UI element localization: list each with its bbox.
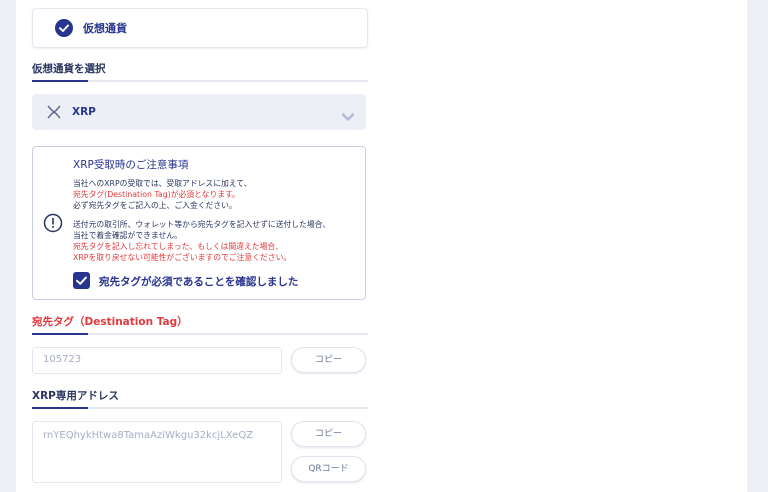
notice-line: 必ず宛先タグをご記入の上、ご入金ください。 bbox=[73, 201, 237, 210]
section-divider bbox=[32, 333, 368, 335]
notice-line: 当社へのXRPの受取では、受取アドレスに加えて、 bbox=[73, 179, 252, 188]
notice-title: XRP受取時のご注意事項 bbox=[73, 159, 189, 171]
currency-select[interactable]: XRP bbox=[32, 94, 366, 130]
select-currency-heading: 仮想通貨を選択 bbox=[32, 63, 106, 75]
xrp-address-heading: XRP専用アドレス bbox=[32, 390, 119, 402]
copy-tag-button[interactable]: コピー bbox=[291, 347, 366, 373]
qr-code-button[interactable]: QRコード bbox=[291, 456, 366, 482]
confirm-checkbox[interactable] bbox=[73, 272, 90, 289]
notice-line: 当社で着金確認ができません。 bbox=[73, 231, 182, 240]
currency-type-label: 仮想通貨 bbox=[83, 22, 127, 35]
chevron-down-icon bbox=[341, 107, 355, 126]
check-circle-icon bbox=[55, 19, 73, 37]
notice-line: 宛先タグ(Destination Tag)が必須となります。 bbox=[73, 190, 240, 199]
destination-tag-heading: 宛先タグ（Destination Tag） bbox=[32, 316, 188, 328]
currency-type-card[interactable]: 仮想通貨 bbox=[32, 8, 368, 48]
xrp-icon bbox=[46, 104, 62, 124]
confirm-checkbox-label[interactable]: 宛先タグが必須であることを確認しました bbox=[99, 274, 298, 289]
page-container: 仮想通貨 仮想通貨を選択 XRP XRP受取時のご注意事項 当社へのXRPの受取… bbox=[16, 0, 747, 492]
section-divider bbox=[32, 80, 368, 82]
notice-line: 宛先タグを記入し忘れてしまった、もしくは間違えた場合、 bbox=[73, 242, 283, 251]
info-icon bbox=[43, 213, 63, 237]
xrp-address-field[interactable]: rnYEQhykHtwa8TamaAziWkgu32kcjLXeQZ bbox=[32, 421, 282, 483]
notice-line: XRPを取り戻せない可能性がございますのでご注意ください。 bbox=[73, 253, 292, 262]
copy-address-button[interactable]: コピー bbox=[291, 421, 366, 447]
xrp-notice-box: XRP受取時のご注意事項 当社へのXRPの受取では、受取アドレスに加えて、 宛先… bbox=[32, 146, 366, 300]
destination-tag-field[interactable]: 105723 bbox=[32, 347, 282, 374]
section-divider bbox=[32, 407, 368, 409]
selected-currency: XRP bbox=[72, 106, 96, 118]
notice-line: 送付元の取引所、ウォレット等から宛先タグを記入せずに送付した場合、 bbox=[73, 220, 331, 229]
